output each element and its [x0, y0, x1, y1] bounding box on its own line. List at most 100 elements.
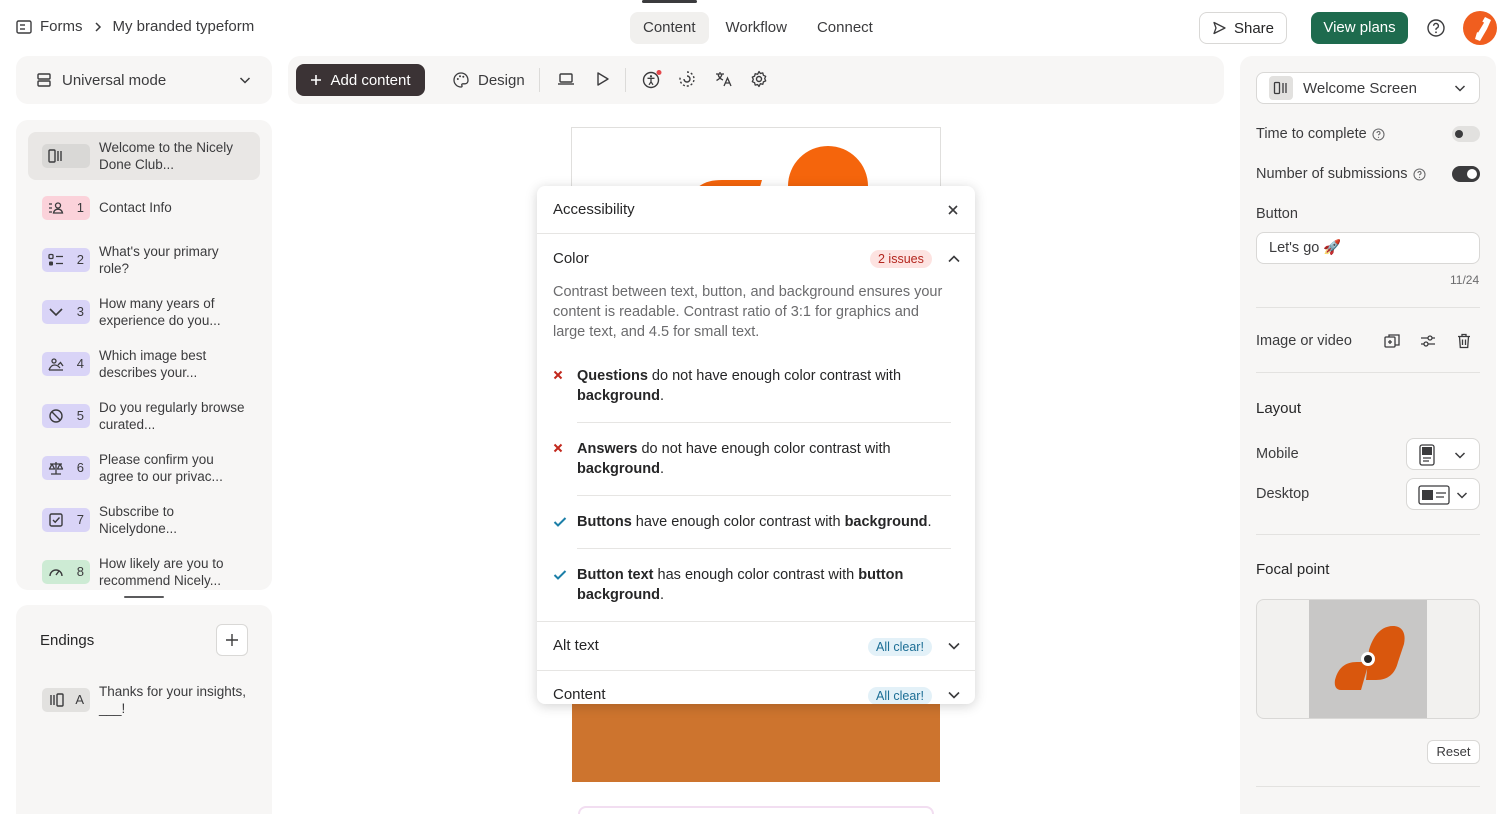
section-divider — [537, 670, 975, 671]
chevron-down-icon[interactable] — [947, 639, 961, 653]
question-badge: 1 — [42, 196, 90, 220]
info-icon[interactable] — [1372, 127, 1385, 141]
question-number: 2 — [76, 252, 84, 267]
forms-icon[interactable] — [16, 19, 32, 34]
question-list: Welcome to the Nicely Done Club... 1 Con… — [16, 120, 272, 590]
desktop-label: Desktop — [1256, 486, 1310, 502]
divider — [1256, 786, 1480, 787]
question-text: Contact Info — [99, 200, 172, 215]
content-section-title[interactable]: Content — [553, 686, 606, 703]
reset-focal-point-button[interactable]: Reset — [1427, 740, 1480, 764]
add-content-label: Add content — [330, 71, 411, 89]
submissions-label: Number of submissions — [1256, 166, 1408, 182]
legal-icon — [47, 460, 65, 476]
question-badge: 4 — [42, 352, 90, 376]
breadcrumb-forms-link[interactable]: Forms — [40, 18, 83, 35]
play-icon[interactable] — [593, 70, 611, 88]
info-icon[interactable] — [1412, 167, 1426, 181]
question-item-8[interactable]: 8 How likely are you to recommend Nicely… — [28, 548, 260, 590]
avatar[interactable] — [1463, 11, 1497, 45]
design-button[interactable]: Design — [452, 64, 525, 96]
question-badge: 2 — [42, 248, 90, 272]
question-number: 5 — [76, 408, 84, 423]
screen-type-label: Welcome Screen — [1303, 79, 1417, 97]
view-plans-button[interactable]: View plans — [1311, 12, 1408, 44]
question-item-1[interactable]: 1 Contact Info — [28, 184, 260, 232]
replace-media-icon[interactable] — [1383, 332, 1401, 350]
question-item-2[interactable]: 2 What's your primary role? — [28, 236, 260, 284]
question-item-4[interactable]: 4 Which image best describes your... — [28, 340, 260, 388]
submissions-toggle[interactable] — [1452, 166, 1480, 182]
trash-icon[interactable] — [1455, 332, 1473, 350]
accessibility-title: Accessibility — [553, 201, 635, 218]
time-to-complete-toggle[interactable] — [1452, 126, 1480, 142]
alt-text-section-title[interactable]: Alt text — [553, 637, 599, 654]
gear-icon[interactable] — [750, 70, 768, 88]
question-item-3[interactable]: 3 How many years of experience do you... — [28, 288, 260, 336]
form-title[interactable]: My branded typeform — [113, 18, 255, 35]
question-text: Do you regularly browse curated... — [99, 400, 245, 432]
question-item-5[interactable]: 5 Do you regularly browse curated... — [28, 392, 260, 440]
contact-info-icon — [47, 200, 65, 216]
dropdown-icon — [47, 304, 65, 320]
help-icon[interactable] — [1426, 18, 1446, 38]
chevron-down-icon[interactable] — [947, 688, 961, 702]
tab-content[interactable]: Content — [630, 0, 709, 44]
button-text-input[interactable]: Let's go 🚀 — [1256, 232, 1480, 264]
accessibility-panel: Accessibility Color 2 issues Contrast be… — [537, 186, 975, 704]
question-item-welcome[interactable]: Welcome to the Nicely Done Club... — [28, 132, 260, 180]
ending-item-a[interactable]: A Thanks for your insights, ___! — [28, 676, 260, 724]
form-preview-button-edge — [578, 806, 934, 814]
character-counter: 11/24 — [1450, 273, 1480, 287]
welcome-screen-icon — [47, 148, 65, 164]
close-icon[interactable] — [946, 203, 960, 217]
chevron-up-icon[interactable] — [947, 252, 961, 266]
form-preview-image-bottom — [572, 700, 940, 782]
add-content-button[interactable]: Add content — [296, 64, 425, 96]
top-bar: Forms My branded typeform Content Workfl… — [0, 0, 1512, 56]
preview-device-icon[interactable] — [557, 70, 575, 88]
translate-icon[interactable] — [714, 70, 732, 88]
plus-icon — [225, 633, 239, 647]
question-item-7[interactable]: 7 Subscribe to Nicelydone... — [28, 496, 260, 544]
endings-panel: Endings A Thanks for your insights, ___! — [16, 605, 272, 814]
add-ending-button[interactable] — [216, 624, 248, 656]
toolbar-divider — [539, 68, 540, 92]
issues-badge: 2 issues — [870, 250, 932, 268]
question-text: Please confirm you agree to our privac..… — [99, 452, 223, 484]
focal-point-image — [1309, 600, 1427, 718]
yes-no-icon — [47, 408, 65, 424]
question-badge: 3 — [42, 300, 90, 324]
settings-panel: Welcome Screen Time to complete Number o… — [1240, 56, 1496, 814]
share-label: Share — [1233, 19, 1275, 37]
share-button[interactable]: Share — [1199, 12, 1287, 44]
mode-selector[interactable]: Universal mode — [16, 56, 272, 104]
ending-letter: A — [75, 692, 84, 707]
adjust-icon[interactable] — [1419, 332, 1437, 350]
divider — [1256, 372, 1480, 373]
multiple-choice-icon — [47, 252, 65, 268]
screen-type-select[interactable]: Welcome Screen — [1256, 72, 1480, 104]
all-clear-badge: All clear! — [868, 638, 932, 656]
mobile-label: Mobile — [1256, 446, 1299, 462]
chevron-down-icon — [1453, 448, 1467, 462]
pass-check-icon — [553, 516, 567, 528]
desktop-layout-select[interactable] — [1406, 478, 1480, 510]
question-text: Which image best describes your... — [99, 348, 207, 380]
divider — [1256, 307, 1480, 308]
palette-icon — [452, 71, 470, 89]
color-section-title[interactable]: Color — [553, 250, 589, 267]
time-to-complete-setting: Time to complete — [1256, 126, 1385, 142]
list-scroll-indicator[interactable] — [124, 596, 164, 598]
accessibility-icon[interactable] — [642, 70, 662, 90]
image-or-video-label: Image or video — [1256, 333, 1352, 349]
question-badge: 8 — [42, 560, 90, 584]
mobile-layout-select[interactable] — [1406, 438, 1480, 470]
tab-workflow[interactable]: Workflow — [713, 12, 800, 44]
question-text: How likely are you to recommend Nicely..… — [99, 556, 224, 588]
tab-connect[interactable]: Connect — [804, 12, 886, 44]
check-text: Button text has enough color contrast wi… — [577, 567, 904, 603]
focal-point-picker[interactable] — [1256, 599, 1480, 719]
logic-icon[interactable] — [678, 70, 696, 88]
question-item-6[interactable]: 6 Please confirm you agree to our privac… — [28, 444, 260, 492]
